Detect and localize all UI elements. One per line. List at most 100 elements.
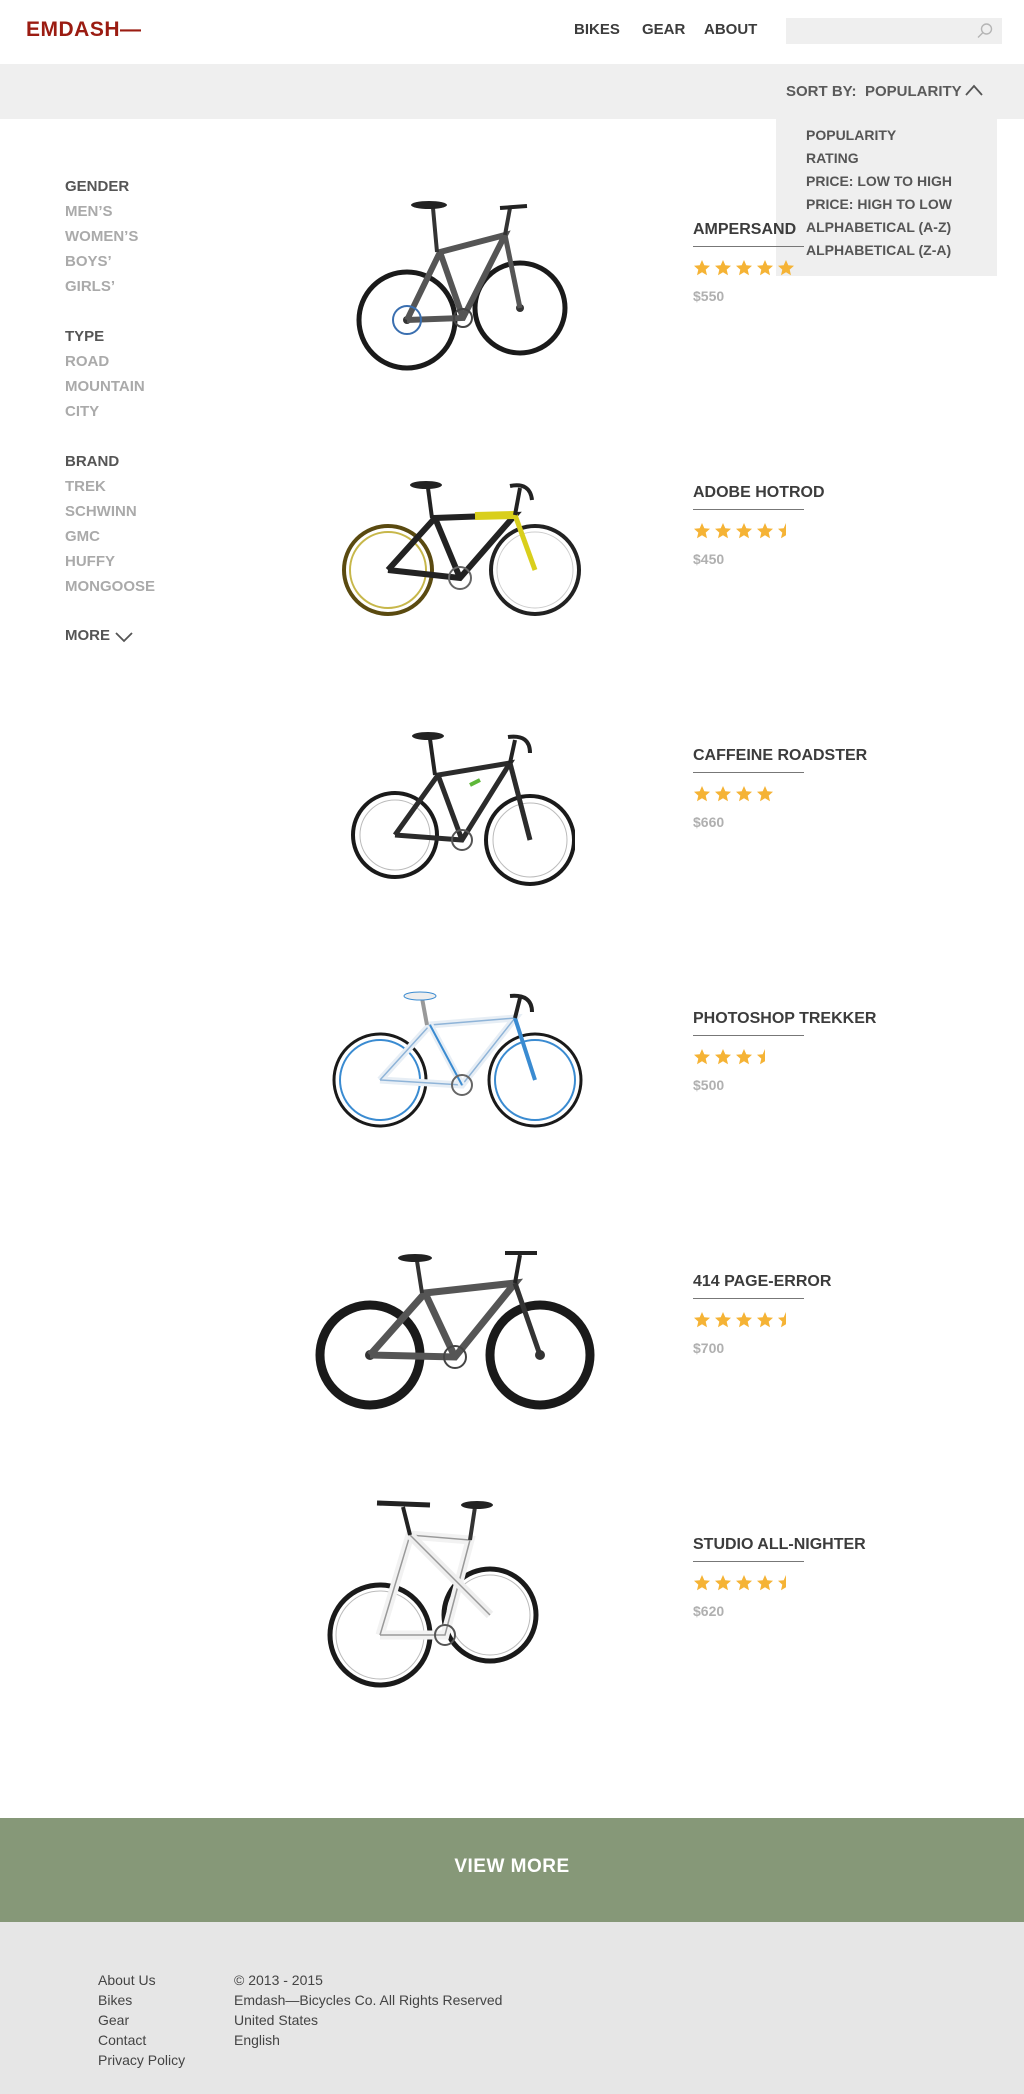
filter-heading-type: TYPE [65, 328, 105, 345]
product-name[interactable]: STUDIO ALL-NIGHTER [693, 1536, 866, 1554]
product-name-underline [693, 509, 804, 510]
sort-option-alpha-za[interactable]: ALPHABETICAL (Z-A) [806, 242, 951, 258]
star-icon [694, 1049, 710, 1065]
footer-copyright: © 2013 - 2015 [234, 1972, 323, 1988]
sort-option-popularity[interactable]: POPULARITY [806, 127, 896, 143]
product-image[interactable] [330, 990, 590, 1140]
star-icon [757, 523, 773, 539]
sort-bar: SORT BY: POPULARITY [0, 64, 1024, 119]
star-icon [757, 1049, 765, 1065]
filter-item-mongoose[interactable]: MONGOOSE [65, 578, 155, 595]
star-icon [757, 1312, 773, 1328]
footer-link-contact[interactable]: Contact [98, 2032, 146, 2048]
product-name-underline [693, 1035, 804, 1036]
filter-item-road[interactable]: ROAD [65, 353, 109, 370]
star-icon [757, 786, 773, 802]
nav-about[interactable]: ABOUT [704, 21, 757, 38]
filter-item-mens[interactable]: MEN’S [65, 203, 113, 220]
product-price: $500 [693, 1077, 725, 1093]
filter-item-gmc[interactable]: GMC [65, 528, 100, 545]
star-icon [715, 1312, 731, 1328]
filter-item-mountain[interactable]: MOUNTAIN [65, 378, 145, 395]
product-name-underline [693, 1298, 804, 1299]
filter-item-trek[interactable]: TREK [65, 478, 106, 495]
filter-item-girls[interactable]: GIRLS’ [65, 278, 115, 295]
product-name-underline [693, 1561, 804, 1562]
star-icon [694, 1575, 710, 1591]
product-image[interactable] [325, 1495, 545, 1705]
product-price: $450 [693, 551, 725, 567]
product-name[interactable]: PHOTOSHOP TREKKER [693, 1010, 876, 1028]
star-icon [757, 260, 773, 276]
star-icon [736, 260, 752, 276]
search-icon[interactable] [976, 22, 994, 45]
sort-label: SORT BY: [786, 83, 857, 100]
product-image[interactable] [340, 470, 585, 620]
filter-item-womens[interactable]: WOMEN’S [65, 228, 138, 245]
star-icon [736, 786, 752, 802]
filter-item-boys[interactable]: BOYS’ [65, 253, 112, 270]
product-name[interactable]: ADOBE HOTROD [693, 484, 825, 502]
footer-region[interactable]: United States [234, 2012, 318, 2028]
star-icon [736, 1049, 752, 1065]
product-rating [693, 522, 795, 540]
product-name[interactable]: AMPERSAND [693, 221, 796, 239]
sort-option-price-low-high[interactable]: PRICE: LOW TO HIGH [806, 173, 952, 189]
star-icon [715, 1049, 731, 1065]
product-image[interactable] [355, 190, 570, 380]
product-rating [693, 785, 774, 803]
chevron-up-icon[interactable] [964, 83, 984, 102]
filter-item-city[interactable]: CITY [65, 403, 99, 420]
star-icon [694, 260, 710, 276]
star-icon [694, 523, 710, 539]
footer-rights: Emdash—Bicycles Co. All Rights Reserved [234, 1992, 503, 2008]
view-more-button[interactable]: VIEW MORE [0, 1818, 1024, 1922]
filter-heading-brand: BRAND [65, 453, 120, 470]
product-name-underline [693, 772, 804, 773]
star-icon [715, 1575, 731, 1591]
site-footer: About Us Bikes Gear Contact Privacy Poli… [0, 1922, 1024, 2094]
star-icon [736, 523, 752, 539]
sort-option-rating[interactable]: RATING [806, 150, 859, 166]
sort-option-alpha-az[interactable]: ALPHABETICAL (A-Z) [806, 219, 951, 235]
footer-language[interactable]: English [234, 2032, 280, 2048]
product-rating [693, 1311, 795, 1329]
search-box [786, 18, 1002, 44]
site-logo[interactable]: EMDASH— [26, 18, 142, 42]
sort-select[interactable]: POPULARITY [865, 83, 962, 100]
product-name[interactable]: 414 PAGE-ERROR [693, 1273, 831, 1291]
footer-link-about[interactable]: About Us [98, 1972, 156, 1988]
star-icon [778, 1312, 786, 1328]
star-icon [715, 260, 731, 276]
star-icon [715, 523, 731, 539]
more-filters-button[interactable]: MORE [65, 627, 110, 644]
product-rating [693, 1574, 795, 1592]
sort-option-price-high-low[interactable]: PRICE: HIGH TO LOW [806, 196, 952, 212]
product-price: $700 [693, 1340, 725, 1356]
star-icon [757, 1575, 773, 1591]
filter-item-huffy[interactable]: HUFFY [65, 553, 115, 570]
nav-bikes[interactable]: BIKES [574, 21, 620, 38]
product-name-underline [693, 246, 804, 247]
star-icon [778, 1575, 786, 1591]
product-image[interactable] [350, 725, 575, 890]
footer-link-privacy[interactable]: Privacy Policy [98, 2052, 185, 2068]
nav-gear[interactable]: GEAR [642, 21, 685, 38]
view-more-label: VIEW MORE [454, 1856, 570, 1877]
star-icon [694, 1312, 710, 1328]
star-icon [694, 786, 710, 802]
star-icon [736, 1312, 752, 1328]
star-icon [715, 786, 731, 802]
product-rating [693, 1048, 774, 1066]
chevron-down-icon[interactable] [115, 630, 133, 648]
search-input[interactable] [786, 18, 982, 44]
product-name[interactable]: CAFFEINE ROADSTER [693, 747, 867, 765]
product-price: $660 [693, 814, 725, 830]
filter-item-schwinn[interactable]: SCHWINN [65, 503, 137, 520]
footer-link-bikes[interactable]: Bikes [98, 1992, 132, 2008]
footer-link-gear[interactable]: Gear [98, 2012, 129, 2028]
product-image[interactable] [315, 1245, 595, 1415]
sort-dropdown: POPULARITY RATING PRICE: LOW TO HIGH PRI… [776, 119, 997, 276]
product-price: $620 [693, 1603, 725, 1619]
star-icon [736, 1575, 752, 1591]
